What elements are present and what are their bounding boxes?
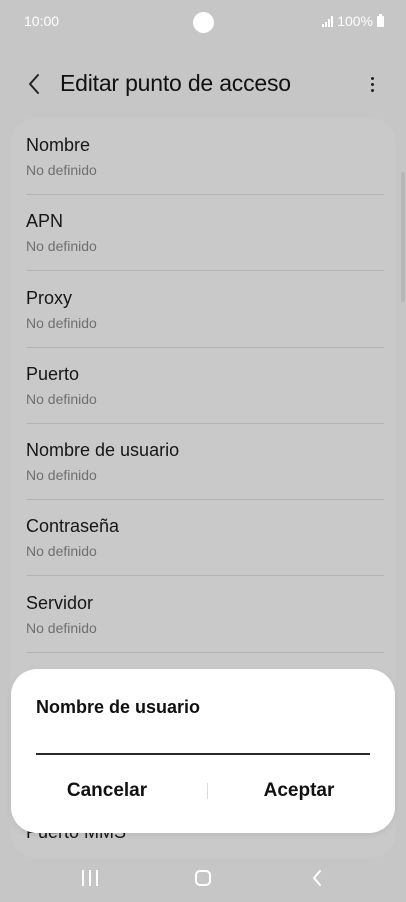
item-title: Servidor <box>26 593 94 613</box>
recents-button[interactable] <box>70 866 110 890</box>
recents-icon <box>82 870 98 886</box>
item-value: No definido <box>26 620 97 636</box>
item-title: Proxy <box>26 288 73 308</box>
item-title: Nombre <box>26 135 91 155</box>
list-item-nombre[interactable]: Nombre No definido <box>10 118 396 194</box>
nav-back-button[interactable] <box>297 866 337 890</box>
chevron-left-icon <box>29 74 39 94</box>
list-item-proxy[interactable]: Proxy No definido <box>10 271 396 347</box>
back-button[interactable] <box>18 68 50 100</box>
app-bar: Editar punto de acceso <box>0 58 406 114</box>
accept-button[interactable]: Aceptar <box>203 769 395 813</box>
signal-icon <box>322 15 334 27</box>
navigation-bar <box>0 856 406 902</box>
battery-percent: 100% <box>337 13 373 29</box>
username-input[interactable] <box>36 723 370 755</box>
battery-icon <box>377 13 384 27</box>
cancel-button[interactable]: Cancelar <box>11 769 203 813</box>
item-value: No definido <box>26 238 97 254</box>
item-title: Nombre de usuario <box>26 440 180 460</box>
home-button[interactable] <box>183 866 223 890</box>
list-item-contrasena[interactable]: Contraseña No definido <box>10 499 396 575</box>
status-bar: 10:00 100% <box>0 0 406 44</box>
item-value: No definido <box>26 162 97 178</box>
item-title: Contraseña <box>26 516 120 536</box>
username-dialog: Nombre de usuario Cancelar Aceptar <box>11 669 395 833</box>
item-title: Puerto <box>26 364 80 384</box>
divider <box>26 652 384 653</box>
status-indicators: 100% <box>322 13 384 29</box>
list-item-servidor[interactable]: Servidor No definido <box>10 576 396 652</box>
item-value: No definido <box>26 315 97 331</box>
nav-back-icon <box>313 870 321 886</box>
status-time: 10:00 <box>24 13 60 29</box>
screen: 10:00 100% Editar punto de acceso Nombre… <box>0 0 406 902</box>
item-value: No definido <box>26 543 97 559</box>
scrollbar[interactable] <box>401 172 405 302</box>
dialog-title: Nombre de usuario <box>36 697 201 717</box>
front-camera <box>193 12 214 33</box>
item-value: No definido <box>26 467 97 483</box>
more-vertical-icon <box>370 76 374 80</box>
list-item-apn[interactable]: APN No definido <box>10 194 396 270</box>
item-title: APN <box>26 211 64 231</box>
page-title: Editar punto de acceso <box>60 70 291 96</box>
more-options-button[interactable] <box>360 70 384 98</box>
list-item-puerto[interactable]: Puerto No definido <box>10 347 396 423</box>
item-value: No definido <box>26 391 97 407</box>
list-item-nombre-de-usuario[interactable]: Nombre de usuario No definido <box>10 423 396 499</box>
home-icon <box>195 870 211 886</box>
dialog-buttons: Cancelar Aceptar <box>11 769 395 813</box>
